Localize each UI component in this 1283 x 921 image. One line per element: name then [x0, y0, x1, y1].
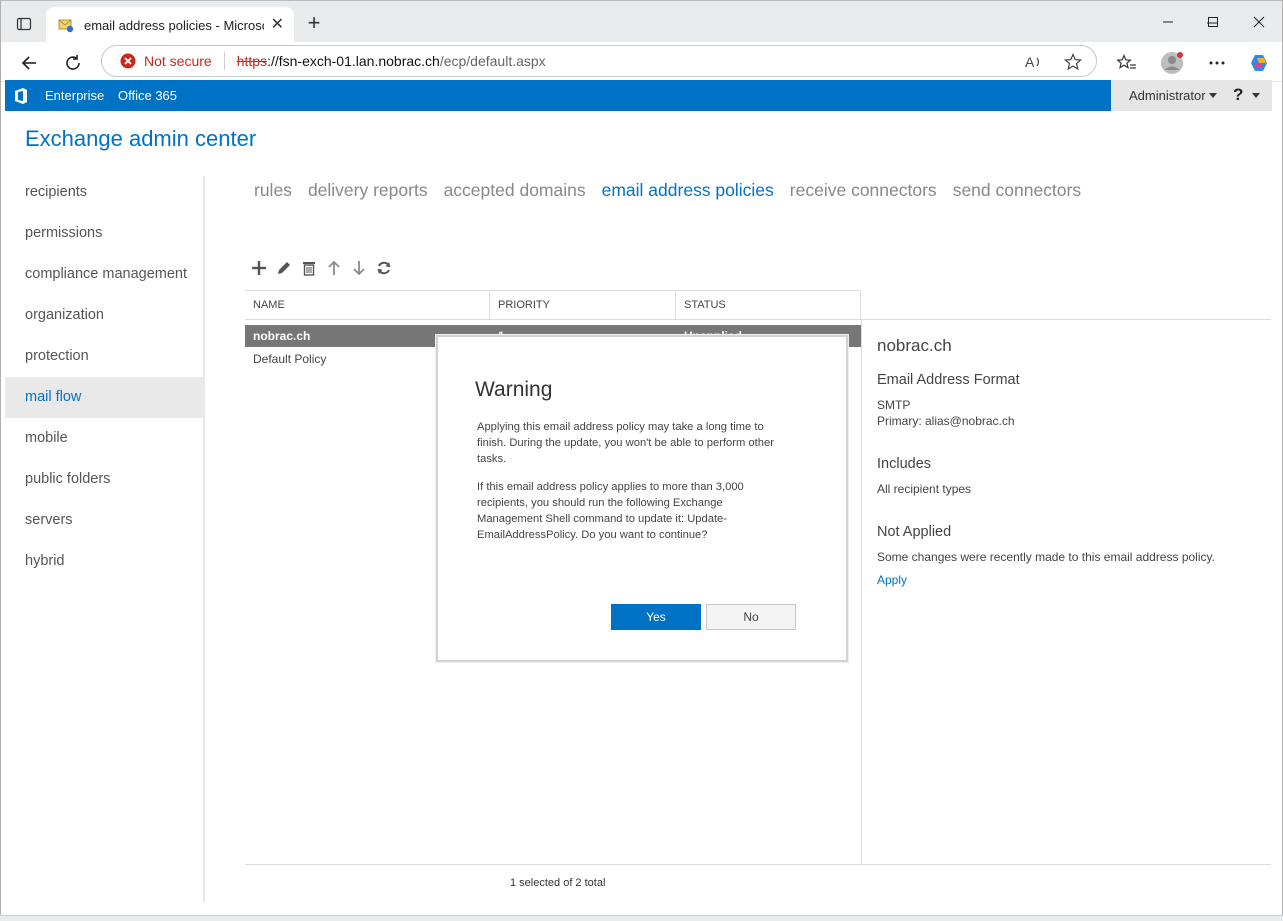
selection-count: 1 selected of 2 total — [510, 877, 606, 889]
help-icon[interactable]: ? — [1233, 85, 1243, 105]
browser-tab-strip: email address policies - Microsoft ✕ + — [0, 0, 1283, 43]
details-includes-value: All recipient types — [877, 482, 972, 496]
nav-item-permissions[interactable]: permissions — [5, 213, 203, 254]
nav-item-public-folders[interactable]: public folders — [5, 459, 203, 500]
user-menu[interactable]: Administrator ? — [1111, 80, 1272, 111]
details-status-heading: Not Applied — [877, 524, 952, 540]
back-icon[interactable] — [14, 48, 44, 78]
favorites-icon[interactable] — [1112, 48, 1142, 78]
copilot-icon[interactable] — [1245, 48, 1275, 78]
details-format-primary: Primary: alias@nobrac.ch — [877, 414, 1015, 428]
list-toolbar — [246, 258, 396, 278]
move-up-icon[interactable] — [321, 258, 346, 278]
grid-header: NAME PRIORITY STATUS — [245, 290, 861, 320]
nav-item-mobile[interactable]: mobile — [5, 418, 203, 459]
address-separator — [223, 52, 225, 70]
nav-item-servers[interactable]: servers — [5, 500, 203, 541]
not-secure-label[interactable]: Not secure — [144, 53, 212, 69]
read-aloud-icon[interactable]: A — [1024, 52, 1044, 72]
browser-tab[interactable]: email address policies - Microsoft ✕ — [46, 7, 294, 43]
nav-item-recipients[interactable]: recipients — [5, 172, 203, 213]
dialog-title: Warning — [475, 378, 553, 401]
window-border-left — [0, 0, 1, 921]
maximize-icon[interactable] — [1190, 8, 1236, 36]
move-down-icon[interactable] — [346, 258, 371, 278]
refresh-icon[interactable] — [58, 48, 88, 78]
nav-divider — [203, 176, 205, 902]
details-includes-heading: Includes — [877, 456, 932, 472]
window-close-icon[interactable] — [1236, 8, 1282, 36]
minimize-icon[interactable] — [1145, 8, 1191, 36]
dialog-paragraph-1: Applying this email address policy may t… — [477, 421, 774, 465]
footer-line — [245, 864, 1271, 865]
favicon — [58, 17, 74, 33]
browser-toolbar: Not secure https://fsn-exch-01.lan.nobra… — [0, 42, 1283, 82]
nav-item-mail-flow[interactable]: mail flow — [5, 377, 203, 418]
nav-item-hybrid[interactable]: hybrid — [5, 541, 203, 582]
more-icon[interactable] — [1202, 48, 1232, 78]
delete-icon[interactable] — [296, 258, 321, 278]
row-name: Default Policy — [253, 352, 327, 366]
details-format-type: SMTP — [877, 398, 911, 412]
page-title: Exchange admin center — [25, 126, 257, 151]
column-status[interactable]: STATUS — [676, 291, 861, 320]
nav-item-organization[interactable]: organization — [5, 295, 203, 336]
column-name[interactable]: NAME — [245, 291, 490, 320]
left-nav: recipients permissions compliance manage… — [5, 172, 203, 582]
add-icon[interactable] — [246, 258, 271, 278]
tab-accepted-domains[interactable]: accepted domains — [444, 180, 586, 201]
url-host: ://fsn-exch-01.lan.nobrac.ch — [267, 53, 440, 69]
window-border-bottom — [0, 915, 1283, 921]
user-name[interactable]: Administrator — [1129, 88, 1206, 103]
address-bar[interactable]: Not secure https://fsn-exch-01.lan.nobra… — [101, 45, 1097, 77]
nav-item-protection[interactable]: protection — [5, 336, 203, 377]
details-divider — [861, 320, 862, 864]
tab-receive-connectors[interactable]: receive connectors — [790, 180, 937, 201]
svg-text:A: A — [1025, 54, 1035, 70]
apply-link[interactable]: Apply — [877, 573, 907, 587]
tab-rules[interactable]: rules — [254, 180, 292, 201]
tab-close-icon[interactable]: ✕ — [271, 16, 284, 34]
favorite-star-icon[interactable] — [1063, 52, 1083, 72]
tab-delivery-reports[interactable]: delivery reports — [308, 180, 428, 201]
tab-title: email address policies - Microsoft — [84, 17, 264, 33]
not-secure-icon[interactable] — [120, 53, 136, 69]
warning-dialog: Warning Applying this email address poli… — [436, 335, 848, 662]
url-path: /ecp/default.aspx — [439, 53, 546, 69]
no-button[interactable]: No — [706, 604, 796, 630]
tab-send-connectors[interactable]: send connectors — [953, 180, 1081, 201]
refresh-list-icon[interactable] — [371, 258, 396, 278]
details-format-heading: Email Address Format — [877, 372, 1020, 388]
profile-icon[interactable] — [1157, 48, 1187, 78]
yes-button[interactable]: Yes — [611, 604, 701, 630]
help-chevron-down-icon[interactable] — [1252, 93, 1260, 98]
tab-email-address-policies[interactable]: email address policies — [602, 180, 774, 201]
tab-actions-icon[interactable] — [8, 9, 40, 39]
eac-top-bar: Enterprise Office 365 — [5, 80, 1111, 111]
dialog-paragraph-2: If this email address policy applies to … — [477, 481, 744, 541]
header-line-right — [861, 319, 1271, 320]
office-logo-icon — [13, 87, 29, 105]
row-name: nobrac.ch — [253, 329, 311, 343]
new-tab-icon[interactable]: + — [302, 12, 326, 36]
details-title: nobrac.ch — [877, 336, 952, 355]
column-priority[interactable]: PRIORITY — [490, 291, 676, 320]
user-chevron-down-icon[interactable] — [1209, 93, 1217, 98]
url-scheme: https — [236, 53, 268, 69]
nav-item-compliance-management[interactable]: compliance management — [5, 254, 203, 295]
mail-flow-tabs: rules delivery reports accepted domains … — [254, 180, 1081, 201]
office365-link[interactable]: Office 365 — [118, 88, 177, 103]
details-status-text: Some changes were recently made to this … — [877, 550, 1215, 564]
edit-icon[interactable] — [271, 258, 296, 278]
enterprise-link[interactable]: Enterprise — [45, 88, 104, 103]
